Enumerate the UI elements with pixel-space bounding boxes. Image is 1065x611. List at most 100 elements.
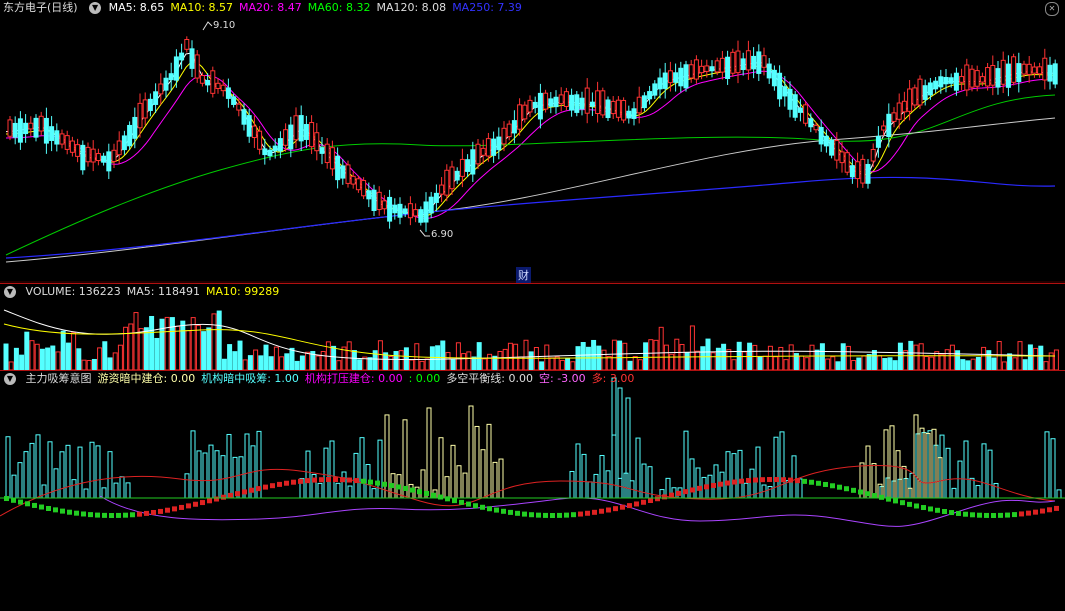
signal-marker <box>312 477 317 483</box>
indicator-bar <box>196 450 202 499</box>
indicator-label: MA250: 7.39 <box>452 1 522 14</box>
candle-body <box>158 83 164 95</box>
volume-bar <box>580 342 586 370</box>
candle-body <box>792 94 798 118</box>
volume-bar <box>154 337 160 370</box>
candle-body <box>626 110 632 119</box>
indicator-label: 多空平衡线: 0.00 <box>446 372 534 385</box>
ma120-line <box>5 117 1056 263</box>
signal-marker <box>53 507 58 513</box>
indicator-label: MA5: 8.65 <box>108 1 165 14</box>
signal-marker <box>1012 512 1017 518</box>
volume-panel[interactable]: ▼ VOLUME: 136223 MA5: 118491 MA10: 99289 <box>0 284 1065 370</box>
signal-marker <box>368 479 373 485</box>
collapse-chevron-icon[interactable]: ▼ <box>89 2 102 14</box>
finance-marker[interactable]: 财 <box>516 267 531 283</box>
candle-body <box>912 87 918 106</box>
candle-body <box>293 115 299 141</box>
price-panel[interactable]: 东方电子(日线) ▼ MA5: 8.65 MA10: 8.57 MA20: 8.47… <box>0 0 1065 283</box>
signal-marker <box>123 512 128 518</box>
candle-body <box>714 60 720 73</box>
candle-body <box>574 94 580 113</box>
candle-body <box>803 104 809 124</box>
indicator-bar <box>498 458 504 499</box>
volume-bar <box>757 356 763 370</box>
candle-body <box>886 113 892 138</box>
collapse-chevron-icon[interactable]: ▼ <box>4 373 16 385</box>
signal-marker <box>998 512 1003 518</box>
candle-body <box>418 209 424 223</box>
signal-marker <box>81 511 86 517</box>
candle-body <box>709 66 715 72</box>
indicator-bar <box>737 449 743 499</box>
signal-marker <box>193 501 198 507</box>
signal-marker <box>970 512 975 518</box>
candle-body <box>439 184 445 195</box>
candle-body <box>917 78 923 106</box>
candle-body <box>532 101 538 109</box>
volume-header: ▼ VOLUME: 136223 MA5: 118491 MA10: 99289 <box>0 284 291 300</box>
volume-bar <box>284 353 290 370</box>
signal-marker <box>886 496 891 502</box>
accumulation-indicator-chart[interactable] <box>0 371 1065 611</box>
volume-bar <box>8 361 14 370</box>
candle-body <box>381 200 387 210</box>
signal-marker <box>823 481 828 487</box>
high-pointer <box>202 21 213 31</box>
volume-bar <box>986 350 992 370</box>
candle-body <box>673 72 679 83</box>
volume-bar <box>689 325 695 370</box>
signal-marker <box>648 498 653 504</box>
signal-marker <box>522 511 527 517</box>
volume-bar <box>393 351 399 370</box>
signal-marker <box>18 499 23 505</box>
indicator-panel[interactable]: ▼ 主力吸筹意图 游资暗中建仓: 0.00 机构暗中吸筹: 1.00 机构打压建仓: … <box>0 371 1065 611</box>
candle-body <box>444 169 450 196</box>
collapse-chevron-icon[interactable]: ▼ <box>4 286 16 298</box>
candle-body <box>345 164 351 184</box>
indicator-bar <box>713 464 719 499</box>
candle-body <box>402 208 408 215</box>
signal-marker <box>669 492 674 498</box>
volume-bar <box>767 345 773 370</box>
indicator-bar <box>244 433 250 499</box>
candle-body <box>69 140 75 153</box>
candle-body <box>314 132 320 152</box>
indicator-label: 游资暗中建仓: 0.00 <box>97 372 196 385</box>
signal-marker <box>291 479 296 485</box>
volume-bar <box>1053 349 1059 370</box>
signal-marker <box>795 478 800 484</box>
candle-body <box>719 57 725 73</box>
signal-marker <box>627 503 632 509</box>
indicator-bar <box>202 452 208 499</box>
indicator-bar <box>749 468 755 499</box>
volume-bar <box>102 341 108 370</box>
volume-bar <box>450 359 456 370</box>
indicator-bar <box>617 387 623 499</box>
indicator-bar <box>71 479 77 499</box>
signal-marker <box>116 512 121 518</box>
signal-marker <box>928 506 933 512</box>
signal-marker <box>256 486 261 492</box>
volume-bar <box>481 358 487 370</box>
candle-body <box>376 191 382 211</box>
indicator-bar <box>89 441 95 499</box>
candle-body <box>761 55 767 68</box>
candle-body <box>12 122 18 138</box>
price-header: 东方电子(日线) ▼ MA5: 8.65 MA10: 8.57 MA20: 8.47… <box>0 0 534 16</box>
balance-line <box>0 464 1056 517</box>
candle-body <box>517 104 523 130</box>
candle-body <box>54 130 60 145</box>
volume-bar <box>175 325 181 370</box>
volume-bar <box>617 340 623 370</box>
volume-bar <box>476 342 482 370</box>
indicator-bar <box>5 436 11 499</box>
volume-bar <box>897 342 903 370</box>
indicator-bar <box>683 430 689 499</box>
candle-body <box>662 72 668 89</box>
candle-body <box>267 149 273 157</box>
candle-body <box>168 73 174 81</box>
signal-marker <box>690 487 695 493</box>
candlestick-chart[interactable] <box>0 0 1065 283</box>
candle-body <box>153 91 159 105</box>
